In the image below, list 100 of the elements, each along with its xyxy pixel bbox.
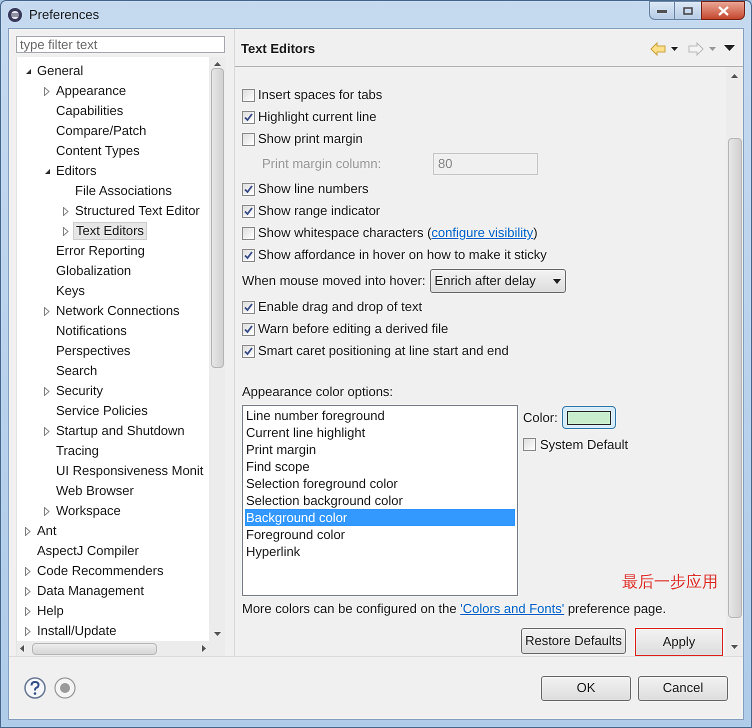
collapsed-arrow-icon[interactable]: [63, 226, 70, 236]
color-option[interactable]: Current line highlight: [245, 424, 515, 440]
tree-item[interactable]: AspectJ Compiler: [37, 541, 139, 561]
collapsed-arrow-icon[interactable]: [44, 306, 51, 316]
page-title: Text Editors: [241, 40, 316, 58]
help-icon[interactable]: [24, 677, 46, 699]
expanded-arrow-icon[interactable]: [44, 166, 51, 176]
tree-item[interactable]: Service Policies: [56, 401, 148, 421]
checkbox[interactable]: [523, 438, 536, 451]
tree-item[interactable]: Security: [56, 381, 103, 401]
collapsed-arrow-icon[interactable]: [44, 386, 51, 396]
tree-item[interactable]: Structured Text Editor: [75, 201, 200, 221]
tree-item[interactable]: Error Reporting: [56, 241, 145, 261]
option-label: Show affordance in hover on how to make it sticky: [258, 246, 547, 264]
restore-defaults-button[interactable]: Restore Defaults: [521, 628, 626, 654]
apply-button[interactable]: Apply: [635, 628, 723, 656]
scroll-down-icon[interactable]: [214, 632, 220, 636]
vertical-scrollbar[interactable]: [209, 57, 225, 641]
checkbox[interactable]: [242, 248, 255, 262]
collapsed-arrow-icon[interactable]: [25, 586, 32, 596]
checkbox[interactable]: [242, 110, 255, 124]
color-options-list[interactable]: Line number foreground Current line highlight Print margin Find scope Selection foreground color Selection background color Background color Foreground color Hyperlink: [242, 404, 518, 596]
tree-item[interactable]: Appearance: [56, 81, 126, 101]
collapsed-arrow-icon[interactable]: [25, 626, 32, 636]
system-default-label: System Default: [540, 436, 628, 454]
tree-item[interactable]: Notifications: [56, 321, 127, 341]
scroll-down-icon[interactable]: [731, 645, 738, 649]
vertical-scrollbar[interactable]: [726, 67, 743, 656]
color-option[interactable]: Selection background color: [245, 492, 515, 508]
tree-item[interactable]: General: [37, 61, 84, 81]
scroll-up-icon[interactable]: [731, 74, 738, 78]
dropdown-caret-icon[interactable]: [670, 46, 679, 52]
checkbox[interactable]: [242, 182, 255, 196]
ok-button[interactable]: OK: [541, 676, 631, 700]
tree-item[interactable]: Workspace: [56, 501, 121, 521]
color-option[interactable]: Foreground color: [245, 526, 515, 542]
tree-item[interactable]: Help: [37, 601, 64, 621]
checkbox[interactable]: [242, 88, 255, 102]
color-option[interactable]: Line number foreground: [245, 406, 515, 424]
view-menu-icon[interactable]: [724, 45, 735, 52]
color-option[interactable]: Print margin: [245, 440, 515, 458]
checkbox[interactable]: [242, 300, 255, 314]
tree-item[interactable]: Capabilities: [56, 101, 124, 121]
tree-item[interactable]: Code Recommenders: [37, 561, 164, 581]
collapsed-arrow-icon[interactable]: [44, 426, 51, 436]
collapsed-arrow-icon[interactable]: [44, 506, 51, 516]
field-label: Print margin column:: [261, 155, 382, 174]
checkbox[interactable]: [242, 132, 255, 146]
tree-item[interactable]: Content Types: [56, 141, 140, 161]
tree-item[interactable]: Search: [56, 361, 98, 381]
dropdown-value: Enrich after delay: [434, 272, 536, 290]
filter-field[interactable]: type filter text: [16, 36, 225, 53]
tree-item[interactable]: Tracing: [56, 441, 99, 461]
tree-item[interactable]: Text Editors: [73, 222, 147, 240]
close-icon: [718, 6, 728, 16]
hover-label: When mouse moved into hover:: [242, 272, 426, 290]
option-label: Enable drag and drop of text: [258, 298, 422, 316]
collapsed-arrow-icon[interactable]: [44, 86, 51, 96]
checkbox[interactable]: [242, 322, 255, 336]
tree-item[interactable]: Startup and Shutdown: [56, 421, 185, 441]
record-icon[interactable]: [54, 677, 76, 699]
hover-dropdown[interactable]: Enrich after delay: [430, 269, 566, 293]
scroll-left-icon[interactable]: [20, 645, 24, 652]
tree-item[interactable]: Ant: [37, 521, 57, 541]
collapsed-arrow-icon[interactable]: [25, 606, 32, 616]
checkbox[interactable]: [242, 204, 255, 218]
checkbox[interactable]: [242, 226, 255, 240]
tree-item[interactable]: Install/Update: [37, 621, 116, 641]
minimize-button[interactable]: [649, 1, 675, 20]
close-button[interactable]: [701, 1, 745, 20]
colors-and-fonts-link[interactable]: 'Colors and Fonts': [460, 600, 564, 616]
cancel-button[interactable]: Cancel: [638, 676, 728, 700]
collapsed-arrow-icon[interactable]: [63, 206, 70, 216]
option-label: Warn before editing a derived file: [258, 320, 448, 338]
scroll-right-icon[interactable]: [202, 645, 206, 652]
tree-item[interactable]: Compare/Patch: [56, 121, 146, 141]
maximize-button[interactable]: [675, 1, 701, 20]
color-label: Color:: [523, 408, 558, 427]
expanded-arrow-icon[interactable]: [25, 66, 32, 76]
tree-item[interactable]: Keys: [56, 281, 85, 301]
color-picker-button[interactable]: [562, 406, 616, 429]
tree-item[interactable]: Network Connections: [56, 301, 180, 321]
color-option[interactable]: Selection foreground color: [245, 474, 515, 492]
scroll-up-icon[interactable]: [214, 62, 220, 66]
collapsed-arrow-icon[interactable]: [25, 566, 32, 576]
tree-item[interactable]: File Associations: [75, 181, 172, 201]
forward-arrow-icon: [688, 42, 704, 56]
color-option[interactable]: Hyperlink: [245, 542, 515, 560]
tree-item[interactable]: UI Responsiveness Monit: [56, 461, 204, 481]
tree-item[interactable]: Data Management: [37, 581, 144, 601]
checkbox[interactable]: [242, 344, 255, 358]
tree-item[interactable]: Web Browser: [56, 481, 134, 501]
option-label: Insert spaces for tabs: [258, 86, 382, 104]
configure-visibility-link[interactable]: configure visibility: [431, 225, 534, 240]
tree-item[interactable]: Perspectives: [56, 341, 130, 361]
tree-item[interactable]: Globalization: [56, 261, 132, 281]
color-option[interactable]: Find scope: [245, 458, 515, 474]
collapsed-arrow-icon[interactable]: [25, 526, 32, 536]
tree-item[interactable]: Editors: [56, 161, 96, 181]
horizontal-scrollbar[interactable]: [17, 641, 225, 656]
